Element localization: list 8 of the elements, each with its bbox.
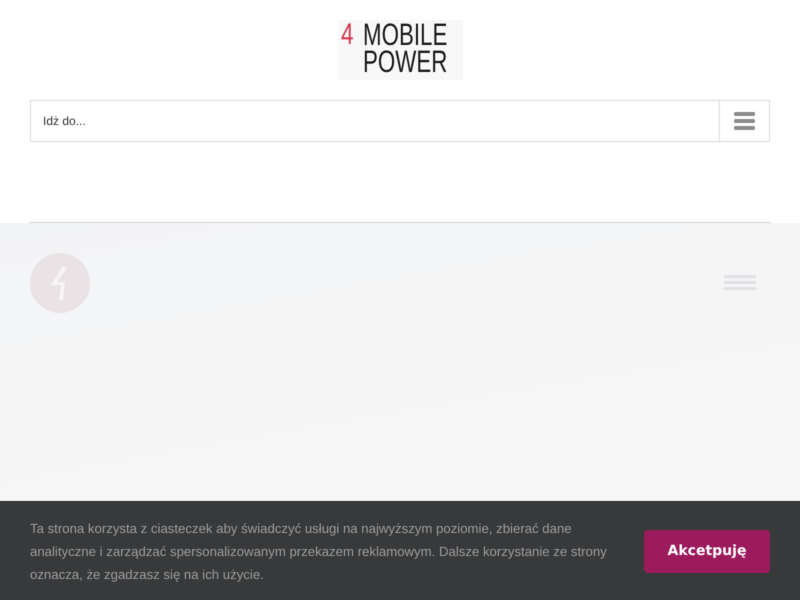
logo-digit: 4 <box>340 23 354 49</box>
menu-icon <box>734 112 755 130</box>
logo-text: POWER <box>363 49 448 75</box>
accept-button[interactable]: Akcetpuję <box>644 530 770 572</box>
logo-text: MOBILE <box>363 22 448 48</box>
menu-button[interactable] <box>719 100 770 142</box>
cookie-notice: Ta strona korzysta z ciasteczek aby świadczyć usługi na najwyższym poziomie, zbierać dane analityczne i zarządzać spersonalizowanym przekazem reklamowym. Dalsze korzystanie ze strony oznacza, że zgadzasz się na ich użycie. <box>30 520 608 584</box>
nav-select[interactable]: Idż do... <box>30 100 719 142</box>
